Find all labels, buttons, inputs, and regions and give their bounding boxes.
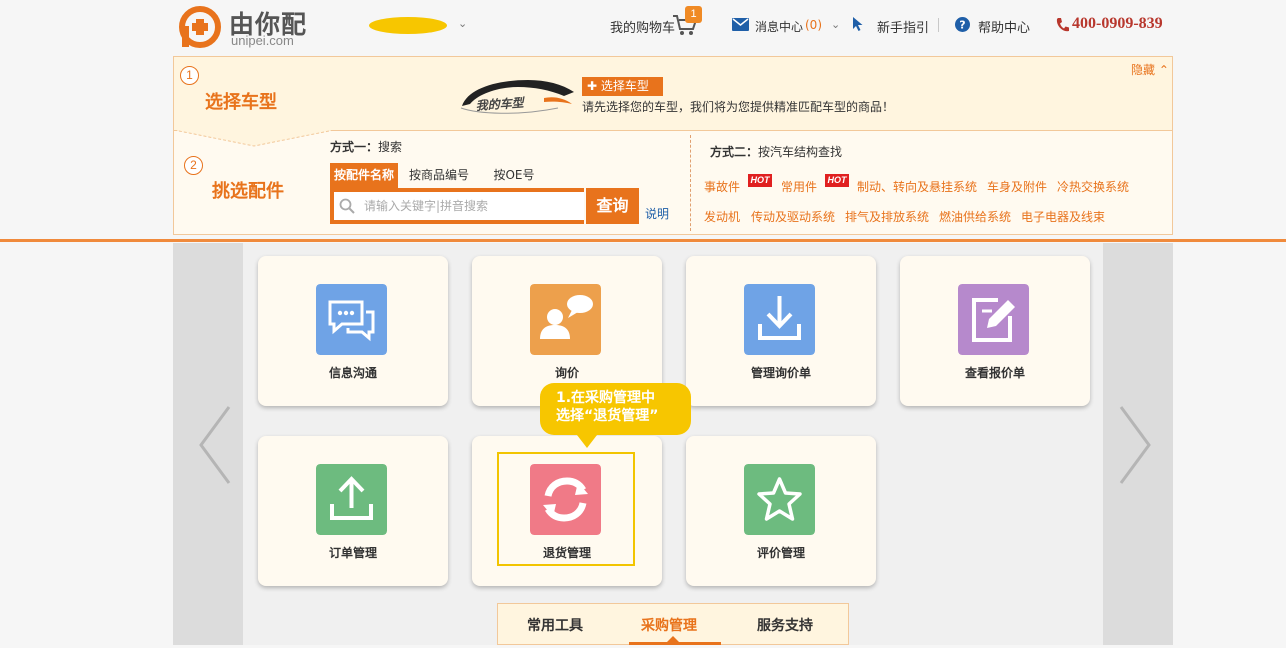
chevron-up-icon: ⌃	[1158, 63, 1169, 77]
category-transmission[interactable]: 传动及驱动系统	[751, 208, 835, 225]
search-tabs: 按配件名称 按商品编号 按OE号	[330, 163, 538, 188]
logo-domain: unipei.com	[231, 33, 294, 48]
choose-vehicle-button[interactable]: ✚ 选择车型	[582, 77, 663, 96]
hot-badge: HOT	[825, 174, 849, 187]
hide-panel-link[interactable]: 隐藏 ⌃	[1131, 61, 1169, 78]
category-exhaust[interactable]: 排气及排放系统	[845, 208, 929, 225]
car-silhouette-icon: 我的车型	[460, 80, 574, 114]
step1-number: 1	[180, 66, 199, 85]
cart-count-badge: 1	[685, 6, 702, 23]
step2-number: 2	[184, 156, 203, 175]
method1-heading: 方式一：搜索	[330, 138, 402, 155]
category-electrical[interactable]: 电子电器及线束	[1021, 208, 1105, 225]
card-label: 管理询价单	[750, 366, 811, 380]
method2-heading: 方式二：按汽车结构查找	[710, 143, 842, 160]
hide-label: 隐藏	[1131, 63, 1156, 77]
explain-link[interactable]: 说明	[645, 205, 669, 222]
help-icon: ?	[955, 17, 970, 32]
search-icon	[339, 198, 355, 214]
cursor-icon	[853, 17, 863, 31]
hot-badge: HOT	[748, 174, 772, 187]
chevron-right-icon[interactable]	[1115, 403, 1155, 487]
logo-icon[interactable]	[179, 6, 221, 48]
tab-common-tools[interactable]: 常用工具	[527, 615, 583, 635]
step1-title: 选择车型	[205, 92, 277, 113]
method1-prefix: 方式一：	[330, 140, 379, 154]
active-tab-underline	[629, 642, 721, 645]
choose-vehicle-label: 选择车型	[600, 79, 649, 93]
callout-line-2: 选择“退货管理”	[556, 408, 659, 424]
card-info-communication[interactable]: 信息沟通	[258, 256, 448, 406]
car-logo-text: 我的车型	[475, 96, 526, 113]
card-manage-inquiry[interactable]: 管理询价单	[686, 256, 876, 406]
section-divider	[0, 239, 1286, 242]
category-tabs: 常用工具 采购管理 服务支持	[497, 603, 849, 645]
card-label: 退货管理	[542, 546, 591, 560]
cart-link[interactable]: 我的购物车	[610, 17, 675, 36]
tab-oe-number[interactable]: 按OE号	[490, 163, 538, 188]
help-center-link[interactable]: 帮助中心	[978, 17, 1030, 36]
callout-pointer	[577, 435, 597, 448]
header-divider	[938, 18, 939, 32]
beginner-guide-link[interactable]: 新手指引	[877, 17, 929, 36]
phone-icon	[1056, 18, 1069, 32]
function-carousel: 信息沟通 询价 管理询价单 查看报价单 订单管理 退货管理 评价管理 1.在采购…	[243, 243, 1103, 645]
top-header: 由你配 unipei.com ⌄ 我的购物车 1 消息中心 (0) ⌄ 新手指引…	[0, 0, 1286, 54]
tab-part-name[interactable]: 按配件名称	[330, 163, 398, 188]
category-fuel-supply[interactable]: 燃油供给系统	[939, 208, 1011, 225]
part-selector-panel: 1 选择车型 隐藏 ⌃ 我的车型 ✚ 选择车型 请先选择您的车型，我们将为您提供…	[173, 56, 1173, 235]
category-accident-parts[interactable]: 事故件	[704, 178, 740, 195]
refresh-icon	[530, 464, 601, 535]
method-divider	[690, 135, 691, 231]
tab-purchase-management[interactable]: 采购管理	[641, 615, 697, 635]
edit-icon	[958, 284, 1029, 355]
step1-section: 1 选择车型 隐藏 ⌃ 我的车型 ✚ 选择车型 请先选择您的车型，我们将为您提供…	[174, 57, 1172, 130]
inquiry-icon	[530, 284, 601, 355]
instruction-callout: 1.在采购管理中 选择“退货管理”	[540, 383, 691, 435]
category-engine[interactable]: 发动机	[704, 208, 740, 225]
category-common-parts[interactable]: 常用件	[781, 178, 817, 195]
message-center-link[interactable]: 消息中心	[755, 18, 803, 35]
user-name-redacted[interactable]	[369, 17, 447, 34]
category-body-accessories[interactable]: 车身及附件	[987, 178, 1047, 195]
search-field-wrap	[334, 192, 584, 220]
choose-vehicle-tip: 请先选择您的车型，我们将为您提供精准匹配车型的商品！	[582, 100, 895, 114]
search-box	[330, 188, 584, 224]
step-arrow-shape	[174, 130, 334, 147]
card-label: 订单管理	[328, 546, 377, 560]
carousel-prev[interactable]	[173, 243, 243, 645]
tab-product-number[interactable]: 按商品编号	[404, 163, 474, 188]
card-label: 询价	[554, 366, 579, 380]
message-dropdown-icon[interactable]: ⌄	[831, 18, 840, 31]
card-label: 评价管理	[756, 546, 805, 560]
method1-text: 搜索	[378, 140, 403, 154]
star-icon	[744, 464, 815, 535]
chevron-left-icon[interactable]	[195, 403, 235, 487]
upload-icon	[316, 464, 387, 535]
callout-line-1: 1.在采购管理中	[556, 390, 656, 406]
download-icon	[744, 284, 815, 355]
method2-prefix: 方式二：	[710, 145, 759, 159]
chat-icon	[316, 284, 387, 355]
search-button[interactable]: 查询	[586, 188, 639, 224]
step2-title: 挑选配件	[212, 181, 284, 202]
card-label: 信息沟通	[328, 366, 377, 380]
category-heat-exchange[interactable]: 冷热交换系统	[1057, 178, 1129, 195]
user-dropdown-icon[interactable]: ⌄	[458, 17, 467, 30]
carousel-next[interactable]	[1103, 243, 1173, 645]
card-label: 查看报价单	[964, 366, 1025, 380]
method2-text: 按汽车结构查找	[758, 145, 843, 159]
category-brake-steering[interactable]: 制动、转向及悬挂系统	[857, 178, 977, 195]
plus-icon: ✚	[587, 79, 598, 93]
service-phone: 400-0909-839	[1072, 15, 1163, 32]
mail-icon	[732, 18, 749, 31]
message-count: (0)	[805, 18, 822, 32]
card-view-quotes[interactable]: 查看报价单	[900, 256, 1090, 406]
svg-text:?: ?	[959, 19, 965, 32]
card-review-management[interactable]: 评价管理	[686, 436, 876, 586]
search-input[interactable]	[364, 192, 578, 220]
card-return-management[interactable]: 退货管理	[472, 436, 662, 586]
card-order-management[interactable]: 订单管理	[258, 436, 448, 586]
tab-service-support[interactable]: 服务支持	[757, 615, 813, 635]
